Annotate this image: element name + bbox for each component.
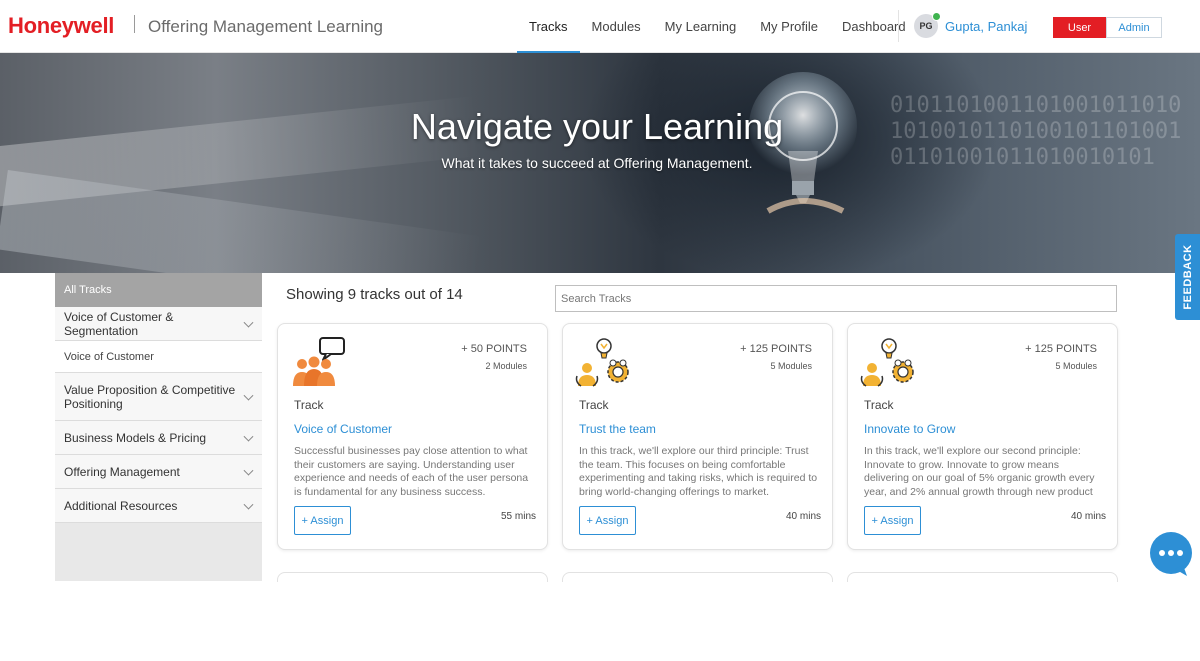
nav-modules[interactable]: Modules (580, 0, 653, 53)
track-duration: 40 mins (1070, 511, 1106, 522)
team-idea-icon (575, 338, 629, 387)
track-duration: 40 mins (785, 511, 821, 522)
chevron-down-icon (243, 390, 254, 401)
track-modules-count: 5 Modules (1055, 361, 1097, 371)
role-admin-button[interactable]: Admin (1106, 17, 1162, 38)
track-description: In this track, we'll explore our third p… (579, 445, 818, 498)
track-duration: 55 mins (500, 511, 536, 522)
sidebar-item-label: Offering Management (64, 464, 180, 479)
sidebar-item-label: Voice of Customer & Segmentation (64, 309, 174, 338)
team-idea-icon (860, 338, 914, 387)
track-description: Successful businesses pay close attentio… (294, 445, 529, 498)
feedback-label: FEEDBACK (1181, 244, 1194, 310)
hero-subtitle: What it takes to succeed at Offering Man… (441, 155, 753, 171)
sidebar-item-business-models-pricing[interactable]: Business Models & Pricing (55, 421, 262, 455)
track-card-trust-the-team[interactable]: + 125 POINTS 5 Modules Track Trust the t… (562, 323, 833, 550)
sidebar-item-label: Additional Resources (64, 498, 178, 513)
track-points: + 125 POINTS (740, 343, 812, 355)
search-tracks-input[interactable] (555, 285, 1117, 312)
chevron-down-icon (243, 317, 254, 328)
track-points: + 50 POINTS (461, 343, 527, 355)
chevron-down-icon (243, 499, 254, 510)
nav-divider (898, 10, 899, 42)
sidebar-item-value-proposition[interactable]: Value Proposition & Competitive Position… (55, 373, 262, 421)
sidebar-item-voice-of-customer-segmentation[interactable]: Voice of Customer & Segmentation (55, 307, 262, 341)
role-toggle: User Admin (1053, 17, 1162, 38)
top-header: Honeywell Offering Management Learning T… (0, 0, 1200, 54)
sidebar-item-label: Value Proposition & Competitive Position… (64, 382, 236, 411)
sidebar-item-offering-management[interactable]: Offering Management (55, 455, 262, 489)
sidebar-item-label: Voice of Customer (64, 350, 154, 363)
hero-light-streak (0, 169, 484, 273)
nav-tracks[interactable]: Tracks (517, 0, 580, 54)
tracks-sidebar: All Tracks Voice of Customer & Segmentat… (55, 273, 262, 581)
hero-title: Navigate your Learning (410, 106, 784, 147)
showing-count: Showing 9 tracks out of 14 (286, 286, 463, 303)
track-card-voice-of-customer[interactable]: + 50 POINTS 2 Modules Track Voice of Cus… (277, 323, 548, 550)
track-type-label: Track (864, 398, 894, 412)
assign-button[interactable]: + Assign (864, 506, 921, 535)
hero-banner: 0101101001101001011010101001011010010110… (0, 53, 1200, 273)
chevron-down-icon (243, 465, 254, 476)
nav-my-learning[interactable]: My Learning (653, 0, 749, 53)
sidebar-all-tracks[interactable]: All Tracks (55, 273, 262, 307)
avatar-initials: PG (919, 21, 933, 31)
nav-my-profile[interactable]: My Profile (748, 0, 830, 53)
honeywell-logo[interactable]: Honeywell (8, 13, 114, 39)
page-bottom-whitespace (0, 582, 1200, 661)
nav-dashboard[interactable]: Dashboard (830, 0, 918, 53)
track-title-link[interactable]: Voice of Customer (294, 422, 392, 436)
track-card-innovate-to-grow[interactable]: + 125 POINTS 5 Modules Track Innovate to… (847, 323, 1118, 550)
sidebar-subitem-voice-of-customer[interactable]: Voice of Customer (55, 341, 262, 373)
user-name-link[interactable]: Gupta, Pankaj (945, 19, 1027, 34)
track-title-link[interactable]: Innovate to Grow (864, 422, 955, 436)
track-type-label: Track (294, 398, 324, 412)
customer-feedback-icon (293, 337, 345, 386)
track-title-link[interactable]: Trust the team (579, 422, 656, 436)
track-description: In this track, we'll explore our second … (864, 445, 1095, 498)
feedback-tab[interactable]: FEEDBACK (1175, 234, 1200, 320)
track-points: + 125 POINTS (1025, 343, 1097, 355)
role-user-button[interactable]: User (1053, 17, 1106, 38)
track-modules-count: 2 Modules (485, 361, 527, 371)
app-title: Offering Management Learning (148, 17, 384, 36)
avatar[interactable]: PG (914, 12, 941, 38)
main-nav: Tracks Modules My Learning My Profile Da… (517, 0, 918, 54)
online-status-dot (932, 12, 941, 21)
sidebar-item-label: Business Models & Pricing (64, 430, 207, 445)
chevron-down-icon (243, 431, 254, 442)
logo-divider (134, 15, 135, 33)
track-modules-count: 5 Modules (770, 361, 812, 371)
track-type-label: Track (579, 398, 609, 412)
chat-bubble-icon[interactable] (1147, 531, 1195, 577)
assign-button[interactable]: + Assign (294, 506, 351, 535)
sidebar-item-additional-resources[interactable]: Additional Resources (55, 489, 262, 523)
assign-button[interactable]: + Assign (579, 506, 636, 535)
